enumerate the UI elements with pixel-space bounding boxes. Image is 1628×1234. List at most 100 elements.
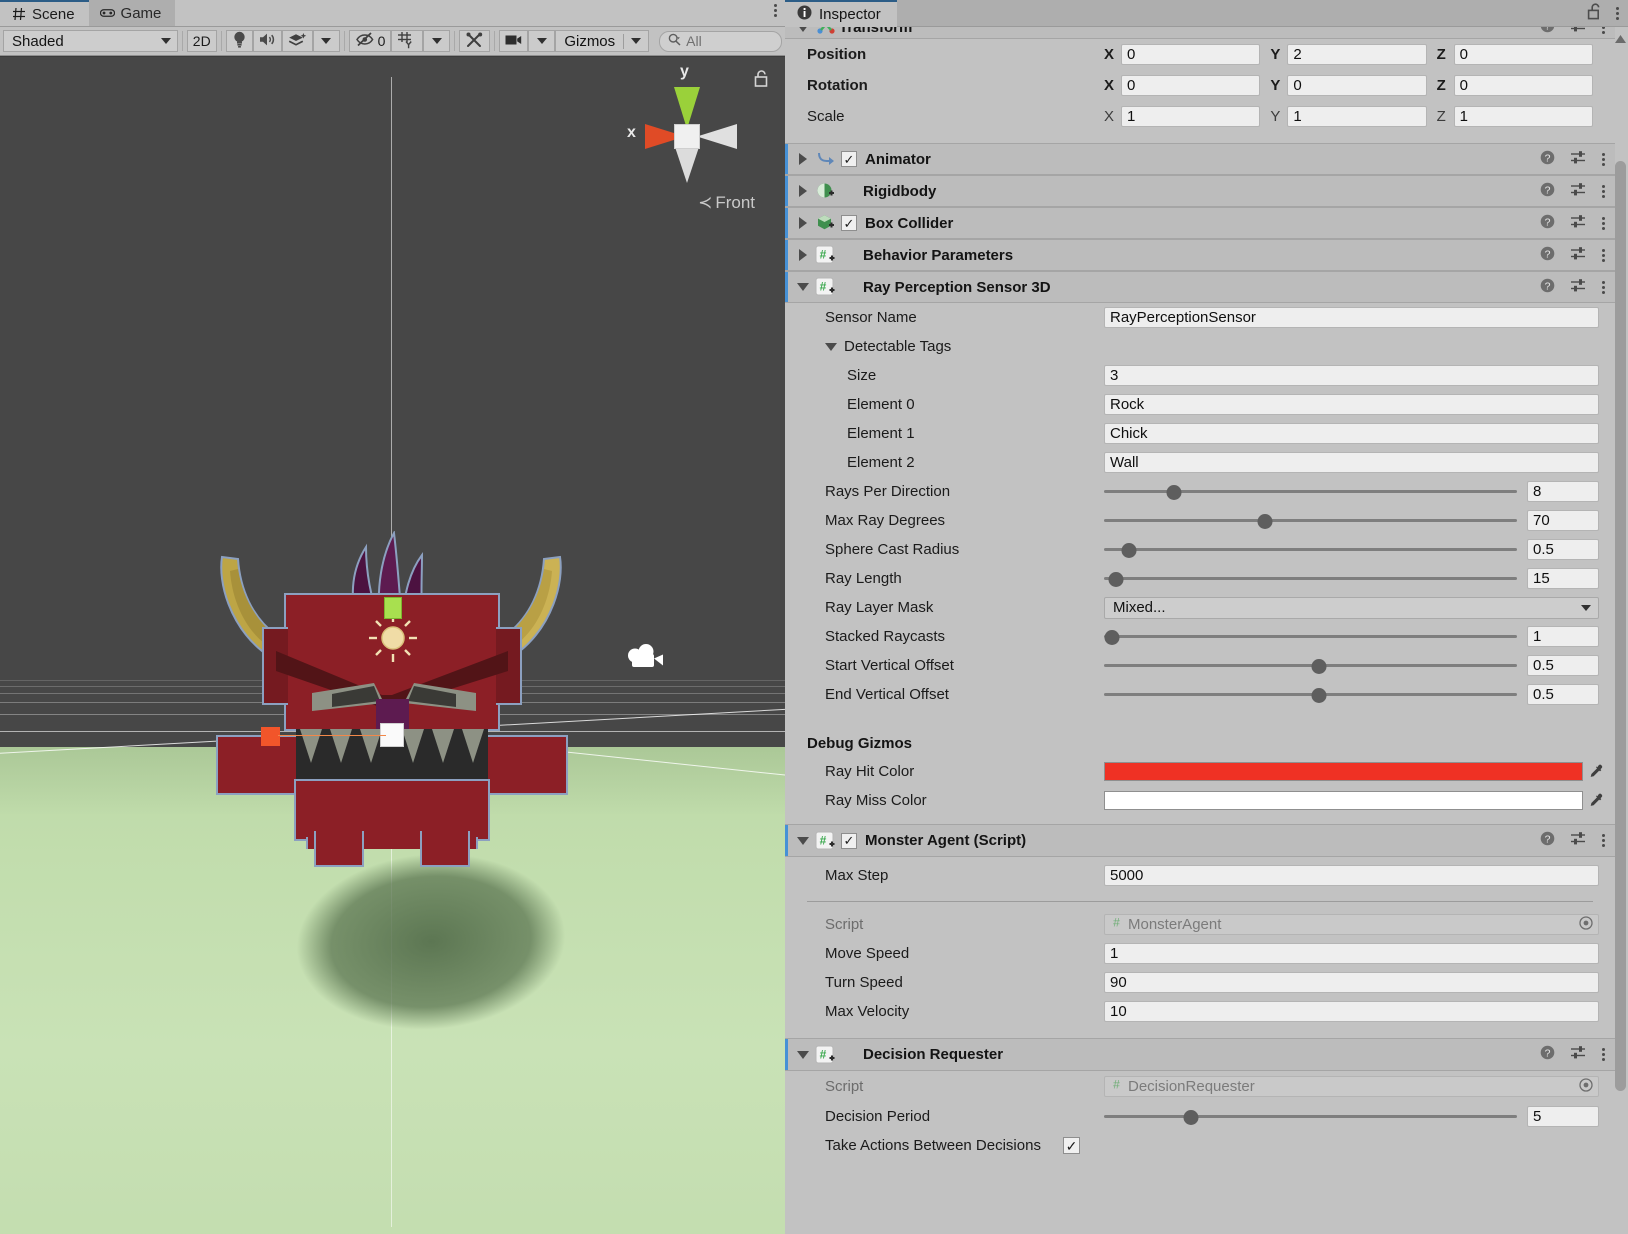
element-1-input[interactable]: Chick bbox=[1104, 423, 1599, 444]
scale-z-field[interactable]: 1 bbox=[1453, 105, 1593, 127]
ray-miss-color-swatch[interactable] bbox=[1104, 791, 1583, 810]
help-icon[interactable]: ? bbox=[1540, 214, 1555, 233]
slider-ray-length[interactable]: 15 bbox=[1104, 568, 1615, 589]
inspector-scrollbar[interactable] bbox=[1615, 31, 1626, 1227]
foldout-box-collider[interactable] bbox=[793, 217, 813, 229]
slider-rays-per-direction[interactable]: 8 bbox=[1104, 481, 1615, 502]
scale-x-field[interactable]: 1 bbox=[1121, 105, 1261, 127]
eyedropper-icon[interactable] bbox=[1583, 793, 1609, 809]
slider-decision-period[interactable]: 5 bbox=[1104, 1106, 1615, 1127]
tab-game[interactable]: Game bbox=[88, 0, 176, 26]
kebab-menu-icon[interactable] bbox=[1602, 280, 1605, 294]
slider-track[interactable] bbox=[1104, 629, 1517, 645]
preset-sliders-icon[interactable] bbox=[1571, 278, 1586, 297]
transform-handle-y[interactable] bbox=[384, 597, 402, 619]
help-icon[interactable]: ? bbox=[1540, 278, 1555, 297]
help-icon[interactable]: ? bbox=[1540, 1045, 1555, 1064]
scene-viewport[interactable]: y x ≺ Front bbox=[0, 57, 785, 1234]
take-actions-checkbox[interactable]: ✓ bbox=[1062, 1137, 1080, 1154]
shading-mode-dropdown[interactable]: Shaded bbox=[3, 30, 178, 52]
end-vertical-offset-value[interactable]: 0.5 bbox=[1527, 684, 1599, 705]
position-z-field[interactable]: 0 bbox=[1453, 44, 1593, 65]
kebab-menu-icon[interactable] bbox=[1602, 184, 1605, 198]
slider-knob[interactable] bbox=[1104, 629, 1120, 645]
lock-open-icon[interactable] bbox=[1587, 3, 1602, 24]
component-header-monster-agent[interactable]: # ✓ Monster Agent (Script) ? bbox=[785, 824, 1615, 857]
grid-snap-button[interactable] bbox=[391, 30, 424, 52]
box-collider-enabled-checkbox[interactable]: ✓ bbox=[841, 215, 857, 231]
help-icon[interactable]: ? bbox=[1540, 246, 1555, 265]
gizmo-axis-negx-cone[interactable] bbox=[697, 122, 739, 151]
hidden-objects-button[interactable]: 0 bbox=[348, 30, 392, 52]
max-velocity-input[interactable]: 10 bbox=[1104, 1001, 1599, 1022]
component-header-ray-perception-sensor-3d[interactable]: # Ray Perception Sensor 3D ? bbox=[785, 271, 1615, 303]
slider-knob[interactable] bbox=[1108, 571, 1124, 587]
animator-enabled-checkbox[interactable]: ✓ bbox=[841, 151, 857, 167]
rotation-y-field[interactable]: 0 bbox=[1287, 75, 1427, 96]
tab-inspector[interactable]: Inspector bbox=[785, 0, 897, 27]
foldout-transform[interactable] bbox=[793, 27, 813, 32]
scene-camera-button[interactable] bbox=[499, 30, 529, 52]
ray-layer-mask-dropdown[interactable]: Mixed... bbox=[1104, 596, 1599, 619]
kebab-menu-icon[interactable] bbox=[1602, 152, 1605, 166]
slider-max-ray-degrees[interactable]: 70 bbox=[1104, 510, 1615, 531]
slider-knob[interactable] bbox=[1311, 658, 1327, 674]
scene-orientation-gizmo[interactable]: y x bbox=[627, 63, 755, 197]
ray-hit-color-swatch[interactable] bbox=[1104, 762, 1583, 781]
max-step-input[interactable]: 5000 bbox=[1104, 864, 1599, 886]
sensor-name-input[interactable]: RayPerceptionSensor bbox=[1104, 307, 1599, 328]
preset-sliders-icon[interactable] bbox=[1571, 182, 1586, 201]
component-header-behavior-parameters[interactable]: # Behavior Parameters ? bbox=[785, 239, 1615, 271]
sphere-cast-radius-value[interactable]: 0.5 bbox=[1527, 539, 1599, 560]
component-header-decision-requester[interactable]: # Decision Requester ? bbox=[785, 1038, 1615, 1071]
tags-size-input[interactable]: 3 bbox=[1104, 365, 1599, 386]
move-speed-input[interactable]: 1 bbox=[1104, 943, 1599, 964]
scene-camera-dropdown[interactable] bbox=[528, 30, 556, 52]
foldout-decision-requester[interactable] bbox=[793, 1050, 813, 1059]
preset-sliders-icon[interactable] bbox=[1571, 831, 1586, 850]
slider-knob[interactable] bbox=[1183, 1109, 1199, 1125]
chevron-down-icon[interactable] bbox=[624, 38, 648, 44]
gizmo-center-cube[interactable] bbox=[674, 124, 700, 149]
grid-snap-dropdown[interactable] bbox=[423, 30, 451, 52]
help-icon[interactable]: ? bbox=[1540, 831, 1555, 850]
foldout-ray-perception-sensor[interactable] bbox=[793, 283, 813, 291]
component-header-rigidbody[interactable]: Rigidbody ? bbox=[785, 175, 1615, 207]
scene-view-orientation-label[interactable]: ≺ Front bbox=[615, 193, 755, 213]
preset-sliders-icon[interactable] bbox=[1571, 246, 1586, 265]
lock-icon[interactable] bbox=[754, 70, 769, 91]
kebab-menu-icon[interactable] bbox=[1602, 216, 1605, 230]
slider-knob[interactable] bbox=[1121, 542, 1137, 558]
gizmos-dropdown[interactable]: Gizmos bbox=[555, 30, 650, 52]
rays-per-direction-value[interactable]: 8 bbox=[1527, 481, 1599, 502]
slider-start-vertical-offset[interactable]: 0.5 bbox=[1104, 655, 1615, 676]
kebab-menu-icon[interactable] bbox=[1602, 248, 1605, 262]
object-picker-icon[interactable] bbox=[1579, 1077, 1593, 1096]
kebab-menu-icon[interactable] bbox=[1616, 7, 1619, 20]
scene-search-input[interactable]: All bbox=[659, 30, 782, 52]
gizmo-axis-negy-cone[interactable] bbox=[672, 145, 702, 183]
turn-speed-input[interactable]: 90 bbox=[1104, 972, 1599, 993]
slider-stacked-raycasts[interactable]: 1 bbox=[1104, 626, 1615, 647]
transform-handle-x[interactable] bbox=[261, 727, 280, 746]
kebab-menu-icon[interactable] bbox=[1602, 1048, 1605, 1061]
slider-knob[interactable] bbox=[1257, 513, 1273, 529]
monster-agent-script-field[interactable]: # MonsterAgent bbox=[1104, 914, 1599, 935]
foldout-monster-agent[interactable] bbox=[793, 836, 813, 845]
preset-sliders-icon[interactable] bbox=[1571, 150, 1586, 169]
scene-tabbar-menu-icon[interactable] bbox=[774, 4, 777, 17]
scrollbar-thumb[interactable] bbox=[1615, 161, 1626, 1091]
help-icon[interactable]: ? bbox=[1540, 182, 1555, 201]
slider-sphere-cast-radius[interactable]: 0.5 bbox=[1104, 539, 1615, 560]
rotation-z-field[interactable]: 0 bbox=[1453, 75, 1593, 96]
scene-tools-button[interactable] bbox=[459, 30, 491, 52]
element-0-input[interactable]: Rock bbox=[1104, 394, 1599, 415]
start-vertical-offset-value[interactable]: 0.5 bbox=[1527, 655, 1599, 676]
slider-track[interactable] bbox=[1104, 484, 1517, 500]
slider-knob[interactable] bbox=[1166, 484, 1182, 500]
scene-lighting-button[interactable] bbox=[225, 30, 253, 52]
position-y-field[interactable]: 2 bbox=[1287, 44, 1427, 65]
toggle-2d-button[interactable]: 2D bbox=[186, 30, 217, 52]
slider-end-vertical-offset[interactable]: 0.5 bbox=[1104, 684, 1615, 705]
decision-requester-script-field[interactable]: # DecisionRequester bbox=[1104, 1076, 1599, 1097]
